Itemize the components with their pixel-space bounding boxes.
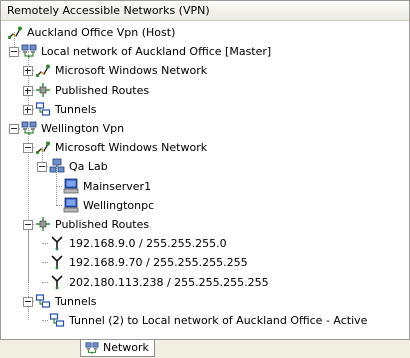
tree-item-label: Tunnels — [55, 295, 97, 308]
tree-item-label: 192.168.9.70 / 255.255.255.255 — [69, 256, 248, 269]
tree-item-label: Published Routes — [55, 218, 150, 231]
tunnels-icon — [35, 102, 51, 116]
tree-item-label: Wellingtonpc — [83, 199, 155, 212]
tree-item-label: Local network of Auckland Office [Master… — [41, 45, 272, 58]
computer-icon — [63, 178, 79, 194]
tree-item-label: Microsoft Windows Network — [55, 141, 208, 154]
tree-item-label: Wellington Vpn — [41, 122, 125, 135]
route-icon — [51, 255, 63, 270]
expand-toggle[interactable] — [23, 86, 33, 96]
route-hub-icon — [36, 217, 50, 231]
tunnels-icon — [49, 313, 65, 327]
tree-item-label: Published Routes — [55, 84, 150, 97]
tunnels-icon — [35, 294, 51, 308]
tree-item-label: Tunnel (2) to Local network of Auckland … — [69, 314, 368, 327]
collapse-toggle[interactable] — [23, 143, 33, 153]
tree-item-label: Tunnels — [55, 103, 97, 116]
tree-branch-line — [56, 205, 62, 206]
computer-icon — [63, 197, 79, 213]
tab-network[interactable]: Network — [80, 340, 155, 357]
expand-toggle[interactable] — [23, 66, 33, 76]
tree-branch-line — [42, 243, 48, 244]
network-computers-icon — [21, 121, 37, 135]
vpn-connection-icon — [35, 64, 50, 78]
network-computers-icon — [85, 342, 99, 355]
panel-header: Remotely Accessible Networks (VPN) — [1, 1, 409, 21]
tree-item-label: Mainserver1 — [83, 180, 152, 193]
tree-item-label: 202.180.113.238 / 255.255.255.255 — [69, 276, 269, 289]
collapse-toggle[interactable] — [23, 220, 33, 230]
tab-strip: Network — [0, 340, 410, 358]
route-hub-icon — [36, 83, 50, 97]
tree-item-label: Microsoft Windows Network — [55, 64, 208, 77]
tree-branch-line — [56, 186, 62, 187]
collapse-toggle[interactable] — [9, 124, 19, 134]
tree-branch-line — [42, 262, 48, 263]
workgroup-icon — [49, 158, 65, 173]
tree-branch-line — [42, 320, 48, 321]
collapse-toggle[interactable] — [23, 297, 33, 307]
tree-item-label: Qa Lab — [69, 160, 108, 173]
tree-item-label: Auckland Office Vpn (Host) — [27, 26, 176, 39]
collapse-toggle[interactable] — [37, 162, 47, 172]
tree-item-label: 192.168.9.0 / 255.255.255.0 — [69, 237, 227, 250]
route-icon — [51, 236, 63, 251]
tree-branch-line — [42, 282, 48, 283]
network-computers-icon — [21, 44, 37, 58]
tree-connector-line — [28, 224, 29, 282]
route-icon — [51, 275, 63, 290]
expand-toggle[interactable] — [23, 105, 33, 115]
vpn-panel: Remotely Accessible Networks (VPN) Auckl… — [0, 0, 410, 340]
vpn-connection-icon — [7, 26, 22, 40]
vpn-connection-icon — [35, 141, 50, 155]
collapse-toggle[interactable] — [9, 47, 19, 57]
tree-connector-line — [28, 51, 29, 109]
